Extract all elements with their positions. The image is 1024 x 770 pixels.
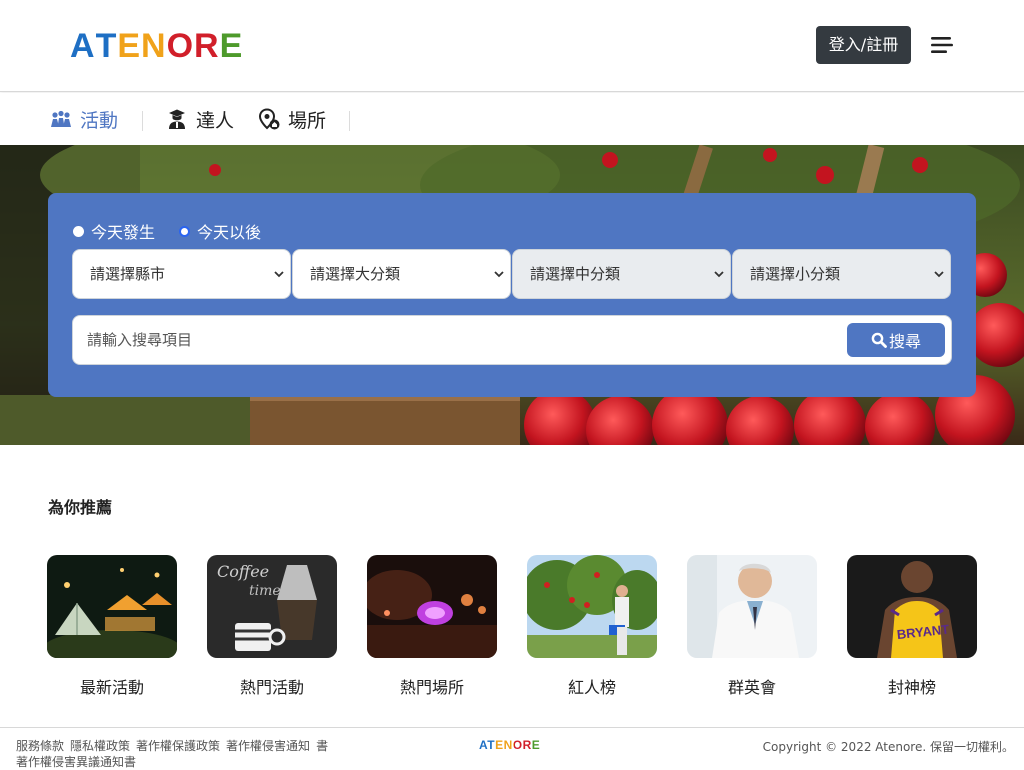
divider [142, 111, 143, 131]
search-button[interactable]: 搜尋 [847, 323, 945, 357]
card-label: 紅人榜 [567, 678, 616, 697]
activity-icon [51, 110, 71, 127]
footer-link-terms[interactable]: 服務條款 [16, 739, 64, 753]
card-thumbnail [367, 555, 497, 658]
card-influencers[interactable]: 紅人榜 [527, 555, 657, 698]
search-input[interactable] [73, 316, 833, 364]
card-label: 熱門場所 [399, 678, 464, 697]
footer-logo[interactable]: ATENORE [479, 738, 540, 752]
doctor-image [687, 555, 817, 658]
search-box: 搜尋 [72, 315, 952, 365]
radio-unchecked-icon [73, 225, 84, 237]
main-category-select[interactable]: 請選擇大分類 [292, 249, 511, 299]
hamburger-icon[interactable] [930, 34, 954, 56]
select-value: 請選擇縣市 [90, 265, 166, 283]
logo-letter: E [219, 27, 244, 65]
category-nav: 活動 達人 場所 [0, 93, 1024, 145]
svg-text:Coffee: Coffee [217, 562, 269, 581]
card-popular-place[interactable]: 熱門場所 [367, 555, 497, 698]
site-header: ATENORE 登入/註冊 [0, 0, 1024, 92]
logo-letter: N [141, 27, 167, 65]
card-thumbnail: BRYANT [847, 555, 977, 658]
sub-category-select[interactable]: 請選擇小分類 [732, 249, 951, 299]
nav-label: 活動 [80, 109, 119, 132]
footer-link-objection-notice[interactable]: 著作權侵害異議通知書 [16, 755, 136, 769]
chevron-down-icon [494, 271, 504, 278]
card-thumbnail [47, 555, 177, 658]
card-latest-activity[interactable]: 最新活動 [47, 555, 177, 698]
place-icon [258, 108, 280, 130]
copyright-text: Copyright © 2022 Atenore. 保留一切權利。 [762, 740, 1014, 754]
footer-link-infringement-notice[interactable]: 著作權侵害通知 [226, 739, 310, 753]
select-value: 請選擇小分類 [750, 265, 841, 283]
search-icon [871, 332, 887, 348]
divider [349, 111, 350, 131]
select-value: 請選擇中分類 [530, 265, 621, 283]
select-value: 請選擇大分類 [310, 265, 401, 283]
radio-after-today[interactable]: 今天以後 [179, 219, 261, 243]
camping-image [47, 555, 177, 658]
card-thumbnail: Coffee time [207, 555, 337, 658]
site-footer: 服務條款 隱私權政策 著作權保護政策 著作權侵害通知 書著作權侵害異議通知書 ATENO… [0, 727, 1024, 770]
coffee-image: Coffee time [207, 555, 337, 658]
card-label: 熱門活動 [239, 678, 304, 697]
search-panel: 今天發生 今天以後 請選擇縣市 請選擇大分類 請選擇中分類 請選擇小分類 搜尋 [48, 193, 976, 397]
logo-letter: O [166, 27, 195, 65]
radio-today[interactable]: 今天發生 [73, 219, 155, 243]
logo-letter: E [117, 27, 142, 65]
site-logo[interactable]: ATENORE [70, 28, 243, 64]
county-select[interactable]: 請選擇縣市 [72, 249, 291, 299]
section-title: 為你推薦 [48, 498, 113, 517]
logo-letter: T [95, 27, 118, 65]
card-popular-activity[interactable]: Coffee time 熱門活動 [207, 555, 337, 698]
footer-logo-text: ATENORE [479, 738, 541, 752]
mid-category-select[interactable]: 請選擇中分類 [512, 249, 731, 299]
radio-checked-icon [179, 225, 190, 237]
chevron-down-icon [934, 271, 944, 278]
nav-item-place[interactable]: 場所 [258, 105, 326, 133]
card-label: 最新活動 [79, 678, 144, 697]
expert-icon [169, 109, 185, 129]
chevron-down-icon [274, 271, 284, 278]
card-thumbnail [527, 555, 657, 658]
radio-label: 今天發生 [91, 223, 156, 242]
basketball-image: BRYANT [847, 555, 977, 658]
footer-link-copyright-policy[interactable]: 著作權保護政策 [136, 739, 220, 753]
orchard-image [527, 555, 657, 658]
card-hall-of-fame[interactable]: BRYANT 封神榜 [847, 555, 977, 698]
nav-label: 達人 [196, 109, 235, 132]
footer-links: 服務條款 隱私權政策 著作權保護政策 著作權侵害通知 書著作權侵害異議通知書 [16, 738, 336, 770]
card-thumbnail [687, 555, 817, 658]
footer-link-privacy[interactable]: 隱私權政策 [70, 739, 130, 753]
footer-link-infringement-notice-cont[interactable]: 書 [316, 739, 328, 753]
logo-letter: R [194, 27, 220, 65]
nav-item-activity[interactable]: 活動 [50, 105, 118, 133]
card-label: 封神榜 [887, 678, 936, 697]
nav-label: 場所 [288, 109, 327, 132]
card-label: 群英會 [727, 678, 776, 697]
svg-text:time: time [249, 583, 281, 599]
logo-letter: A [70, 27, 96, 65]
nav-item-expert[interactable]: 達人 [166, 105, 234, 133]
radio-label: 今天以後 [197, 223, 262, 242]
search-button-label: 搜尋 [888, 332, 921, 351]
bar-image [367, 555, 497, 658]
login-register-button[interactable]: 登入/註冊 [816, 26, 911, 64]
card-elite-club[interactable]: 群英會 [687, 555, 817, 698]
chevron-down-icon [714, 271, 724, 278]
